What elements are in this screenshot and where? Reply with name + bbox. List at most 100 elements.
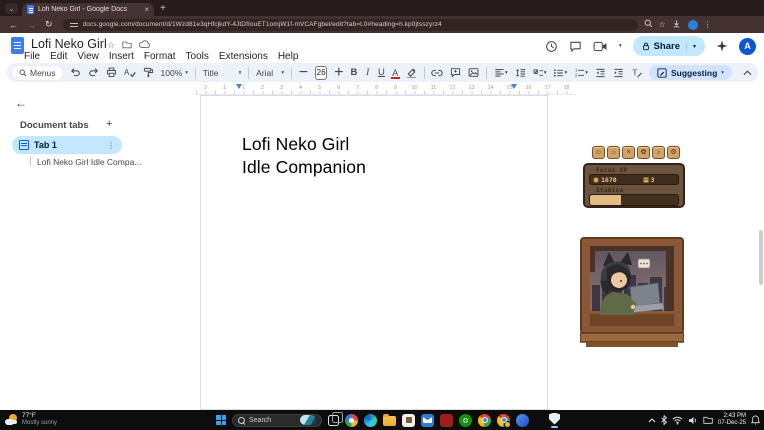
move-to-folder-icon[interactable] [122, 40, 132, 51]
active-app[interactable] [549, 413, 560, 428]
star-document-icon[interactable]: ☆ [107, 40, 115, 51]
menu-extensions[interactable]: Extensions [219, 51, 268, 62]
font-size-input[interactable]: 26 [315, 66, 327, 80]
font-select[interactable]: Arial ▾ [256, 68, 284, 78]
left-indent-marker[interactable] [236, 84, 242, 89]
widget-button-music[interactable]: ♪ [652, 146, 665, 159]
chevron-up-icon[interactable] [648, 418, 656, 423]
tab-options-kebab-icon[interactable]: ⋮ [107, 141, 115, 150]
comments-icon[interactable] [569, 40, 582, 53]
menu-edit[interactable]: Edit [50, 51, 67, 62]
lens-search-icon[interactable] [644, 19, 653, 30]
lofi-girl-artwork[interactable] [580, 237, 684, 353]
highlight-color-button[interactable] [406, 67, 417, 78]
start-icon[interactable] [216, 415, 226, 425]
clock[interactable]: 2:43 PM 07-Dec-25 [718, 413, 746, 427]
bluetooth-icon[interactable] [661, 415, 667, 425]
font-size-decrease-button[interactable]: − [299, 64, 308, 82]
text-color-button[interactable]: A [392, 68, 399, 78]
widget-button-settings[interactable]: ⚙ [667, 146, 680, 159]
xbox-icon[interactable] [459, 414, 472, 427]
insert-image-button[interactable] [468, 67, 479, 78]
sidebar-back-button[interactable]: ← [15, 96, 27, 110]
clear-formatting-button[interactable]: T [631, 67, 642, 78]
chrome-profile-icon[interactable] [497, 414, 510, 427]
spellcheck-button[interactable]: A [124, 67, 136, 78]
browser-menu-kebab-icon[interactable]: ⋮ [704, 20, 712, 29]
back-icon[interactable]: ← [9, 20, 18, 30]
redo-button[interactable] [88, 67, 99, 78]
ruler[interactable]: 21123456789101112131415161718 [196, 84, 576, 95]
underline-button[interactable]: U [378, 67, 385, 78]
menu-help[interactable]: Help [278, 51, 299, 62]
line-spacing-button[interactable] [515, 68, 526, 78]
menus-search-button[interactable]: Menus [12, 66, 63, 80]
font-size-increase-button[interactable]: + [334, 64, 343, 82]
zoom-select[interactable]: 100% ▾ [161, 68, 189, 78]
add-tab-button[interactable]: + [106, 118, 112, 130]
bell-icon[interactable] [751, 415, 760, 425]
menu-file[interactable]: File [24, 51, 40, 62]
browser-tab[interactable]: Lofi Neko Girl - Google Docs × [22, 3, 154, 16]
widget-button-home[interactable]: ⌂ [607, 146, 620, 159]
cloud-status-icon[interactable] [139, 40, 150, 51]
folder-icon[interactable] [383, 416, 396, 426]
media-app-icon[interactable] [440, 414, 453, 427]
insert-link-button[interactable] [431, 68, 443, 78]
checklist-button[interactable]: ▾ [533, 68, 547, 78]
docs-logo-icon[interactable] [11, 37, 24, 54]
photos-icon[interactable] [345, 414, 358, 427]
wifi-icon[interactable] [672, 416, 683, 425]
tab-close-icon[interactable]: × [144, 6, 149, 14]
document-title[interactable]: Lofi Neko Girl [31, 37, 107, 51]
outline-heading-item[interactable]: Lofi Neko Girl Idle Compa... [37, 157, 141, 167]
version-history-icon[interactable] [545, 40, 558, 53]
menu-insert[interactable]: Insert [109, 51, 134, 62]
document-page[interactable]: Lofi Neko Girl Idle Companion [200, 95, 548, 410]
undo-button[interactable] [70, 67, 81, 78]
widget-button-game[interactable]: × [622, 146, 635, 159]
reload-icon[interactable]: ↻ [45, 19, 53, 30]
vertical-scrollbar[interactable] [759, 230, 763, 285]
mail-icon[interactable] [421, 414, 434, 427]
bulleted-list-button[interactable]: ▾ [553, 68, 567, 78]
forward-icon[interactable]: → [27, 20, 36, 30]
collapse-toolbar-button[interactable] [743, 70, 752, 76]
bookmark-star-icon[interactable]: ☆ [659, 20, 666, 29]
task-view-icon[interactable] [328, 415, 339, 426]
widget-button-flower[interactable]: ✿ [637, 146, 650, 159]
browser-avatar[interactable] [688, 20, 698, 30]
tray-folder-icon[interactable] [703, 416, 713, 424]
tab-search-button[interactable]: ⌄ [5, 3, 18, 14]
numbered-list-button[interactable]: 12▾ [574, 68, 588, 78]
chrome-icon[interactable] [478, 414, 491, 427]
edge-icon[interactable] [364, 414, 377, 427]
bold-button[interactable]: B [350, 67, 357, 78]
editing-mode-select[interactable]: Suggesting ▾ [649, 65, 732, 80]
share-button[interactable]: Share ▾ [633, 36, 705, 56]
volume-icon[interactable] [688, 416, 698, 425]
share-caret-icon[interactable]: ▾ [686, 43, 696, 50]
italic-button[interactable]: I [364, 68, 371, 78]
sidebar-tab-item[interactable]: Tab 1 ⋮ [12, 136, 122, 154]
meet-video-icon[interactable] [593, 41, 608, 52]
meet-caret-icon[interactable]: ▾ [619, 43, 622, 49]
new-tab-button[interactable]: + [160, 4, 166, 14]
download-icon[interactable] [672, 19, 681, 30]
add-comment-button[interactable] [450, 67, 461, 78]
menu-format[interactable]: Format [144, 51, 176, 62]
decrease-indent-button[interactable] [595, 68, 606, 78]
menu-tools[interactable]: Tools [186, 51, 209, 62]
phone-link-icon[interactable] [516, 414, 529, 427]
gemini-sparkle-icon[interactable] [716, 40, 728, 52]
document-heading[interactable]: Lofi Neko Girl Idle Companion [242, 133, 366, 180]
menu-view[interactable]: View [77, 51, 99, 62]
align-select[interactable]: ▾ [494, 68, 508, 78]
site-info-icon[interactable] [70, 21, 78, 28]
widget-button-cat[interactable]: ☺ [592, 146, 605, 159]
weather-widget[interactable]: 77°F Mostly sunny [5, 412, 57, 427]
url-bar[interactable]: docs.google.com/document/d/1Wzd81e3qHfcj… [63, 19, 638, 31]
taskbar-search[interactable]: Search [232, 414, 322, 427]
right-indent-marker[interactable] [511, 84, 517, 89]
increase-indent-button[interactable] [613, 68, 624, 78]
